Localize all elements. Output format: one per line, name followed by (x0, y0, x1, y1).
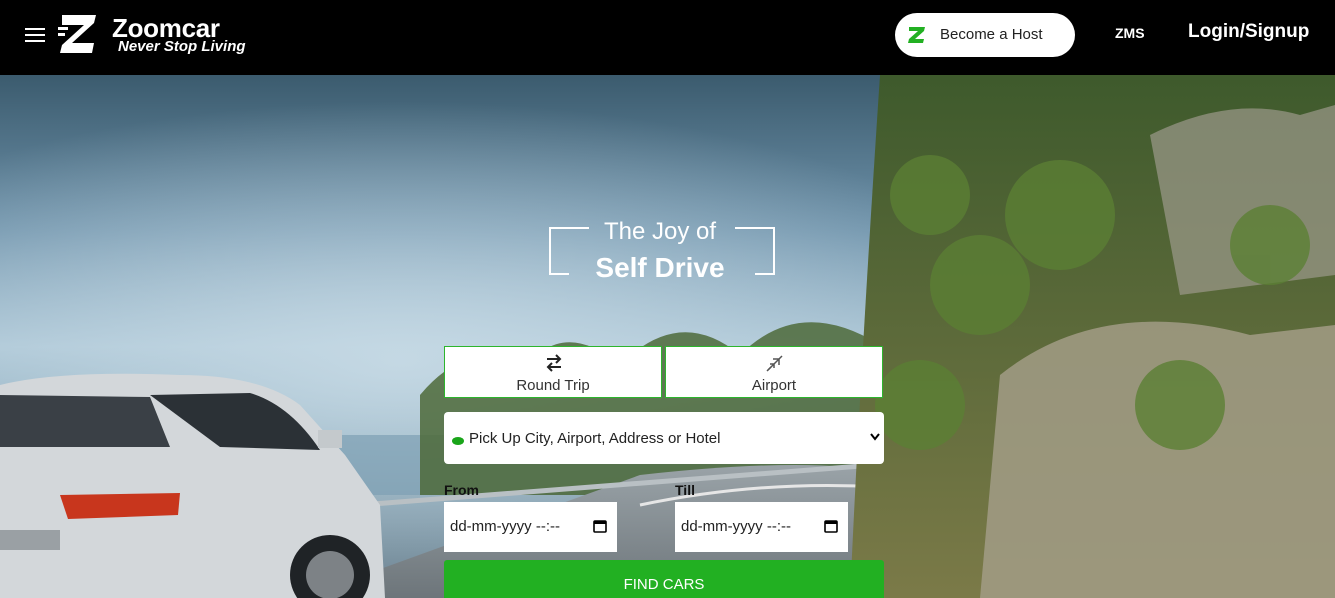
menu-icon[interactable] (25, 28, 45, 42)
brand-tagline: Never Stop Living (118, 38, 246, 55)
calendar-icon[interactable] (593, 519, 607, 533)
headline-line-2: Self Drive (595, 252, 725, 283)
till-label: Till (675, 482, 695, 498)
become-host-label: Become a Host (940, 26, 1043, 43)
headline-line-1: The Joy of (603, 218, 717, 245)
find-cars-button[interactable]: FIND CARS (444, 560, 884, 598)
zoomcar-logo-icon (58, 15, 96, 53)
from-datetime-value: dd-mm-yyyy --:-- (450, 518, 560, 535)
from-datetime-input[interactable]: dd-mm-yyyy --:-- (444, 502, 617, 552)
pickup-location-placeholder: Pick Up City, Airport, Address or Hotel (469, 430, 721, 447)
location-dot-icon (452, 437, 464, 445)
login-signup-link[interactable]: Login/Signup (1188, 21, 1309, 43)
become-host-button[interactable]: Become a Host (895, 13, 1075, 57)
top-navbar: Zoomcar Never Stop Living Become a Host … (0, 0, 1335, 75)
zms-link[interactable]: ZMS (1115, 25, 1145, 41)
till-datetime-input[interactable]: dd-mm-yyyy --:-- (675, 502, 848, 552)
tab-round-trip[interactable]: Round Trip (444, 346, 662, 398)
swap-arrows-icon (546, 354, 562, 372)
tab-airport[interactable]: Airport (665, 346, 883, 398)
from-label: From (444, 482, 479, 498)
pickup-location-select[interactable]: Pick Up City, Airport, Address or Hotel (444, 412, 884, 464)
calendar-icon[interactable] (824, 519, 838, 533)
airplane-icon (766, 355, 783, 372)
brand-logo[interactable]: Zoomcar Never Stop Living (58, 13, 248, 59)
hero-banner: The Joy of Self Drive Round Trip Airport… (0, 75, 1335, 598)
chevron-down-icon (870, 433, 880, 441)
hero-background-image (0, 75, 1335, 598)
find-cars-label: FIND CARS (623, 576, 705, 593)
tab-airport-label: Airport (751, 377, 797, 394)
tab-round-trip-label: Round Trip (516, 377, 590, 394)
zoomcar-z-icon (908, 27, 925, 43)
till-datetime-value: dd-mm-yyyy --:-- (681, 518, 791, 535)
